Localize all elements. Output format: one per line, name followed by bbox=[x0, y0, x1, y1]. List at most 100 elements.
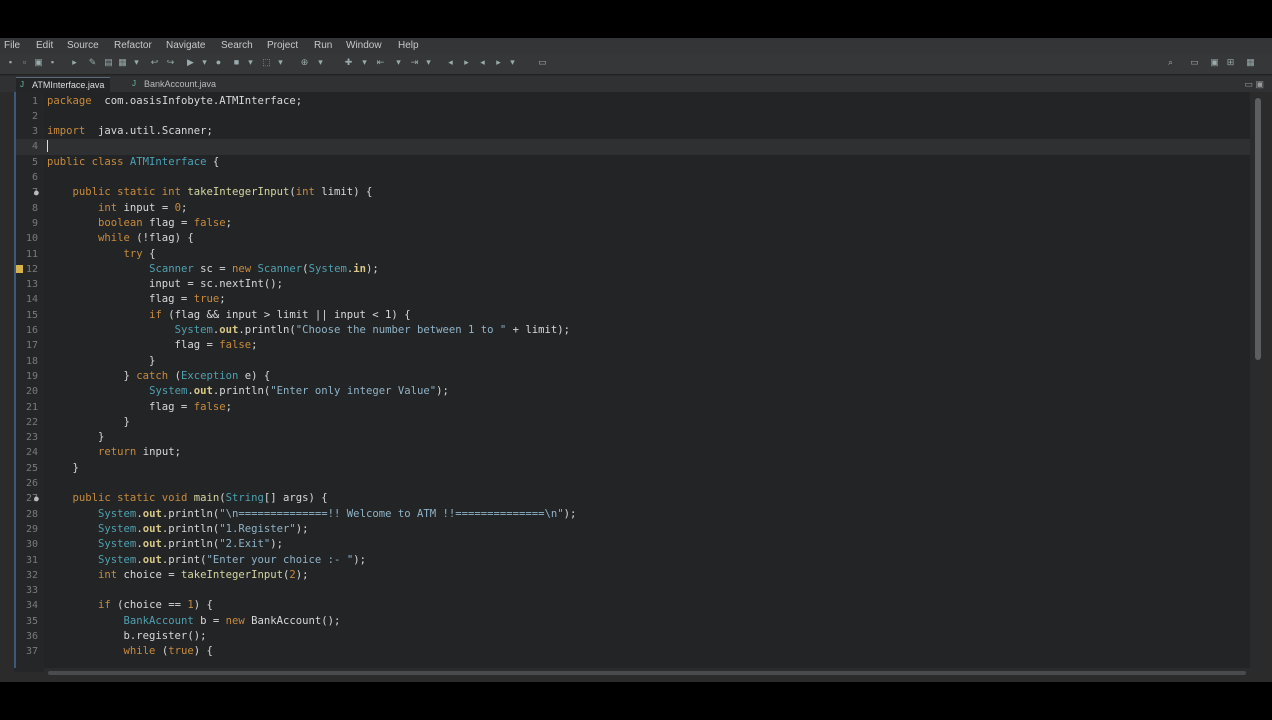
toolbar-button-icon[interactable]: ▾ bbox=[316, 58, 325, 67]
menu-project[interactable]: Project bbox=[267, 40, 298, 51]
code-line[interactable]: 11 try { bbox=[0, 247, 1250, 262]
menu-window[interactable]: Window bbox=[346, 40, 382, 51]
code-line[interactable]: 23 } bbox=[0, 430, 1250, 445]
code-line[interactable]: 3 import java.util.Scanner; bbox=[0, 124, 1250, 139]
code-line[interactable]: 20 System.out.println("Enter only intege… bbox=[0, 384, 1250, 399]
code-token: b = bbox=[193, 614, 226, 627]
toolbar-button-icon[interactable]: ⇤ bbox=[376, 58, 385, 67]
toolbar-button-icon[interactable]: ▾ bbox=[508, 58, 517, 67]
code-line[interactable]: 18 } bbox=[0, 354, 1250, 369]
menu-run[interactable]: Run bbox=[314, 40, 332, 51]
toolbar-button-icon[interactable]: ▾ bbox=[200, 58, 209, 67]
toolbar-button-icon[interactable]: ▭ bbox=[538, 58, 547, 67]
code-line[interactable]: 6 bbox=[0, 170, 1250, 185]
toolbar-button-icon[interactable]: ▣ bbox=[34, 58, 43, 67]
toolbar-button-icon[interactable]: ▸ bbox=[70, 58, 79, 67]
toolbar-button-icon[interactable]: ▪ bbox=[6, 58, 15, 67]
code-line[interactable]: 12 Scanner sc = new Scanner(System.in); bbox=[0, 262, 1250, 277]
code-line[interactable]: 16 System.out.println("Choose the number… bbox=[0, 323, 1250, 338]
code-text: public static int takeIntegerInput(int l… bbox=[47, 185, 373, 200]
tab-controls[interactable]: ▭ ▣ bbox=[1244, 79, 1264, 90]
code-line[interactable]: 33 bbox=[0, 583, 1250, 598]
code-line[interactable]: 29 System.out.println("1.Register"); bbox=[0, 522, 1250, 537]
toolbar-button-icon[interactable]: ✎ bbox=[88, 58, 97, 67]
code-line[interactable]: 8 int input = 0; bbox=[0, 201, 1250, 216]
code-line[interactable]: 26 bbox=[0, 476, 1250, 491]
toolbar-button-icon[interactable]: ▾ bbox=[360, 58, 369, 67]
toolbar-button-icon[interactable]: ⌕ bbox=[1166, 58, 1175, 67]
toolbar-button-icon[interactable]: ◂ bbox=[446, 58, 455, 67]
menu-file[interactable]: File bbox=[4, 40, 20, 51]
code-line[interactable]: 25 } bbox=[0, 461, 1250, 476]
code-line[interactable]: 34 if (choice == 1) { bbox=[0, 598, 1250, 613]
toolbar-button-icon[interactable]: ✚ bbox=[344, 58, 353, 67]
toolbar-button-icon[interactable]: ◂ bbox=[478, 58, 487, 67]
toolbar-button-icon[interactable]: ▪ bbox=[48, 58, 57, 67]
code-line[interactable]: 24 return input; bbox=[0, 445, 1250, 460]
menu-refactor[interactable]: Refactor bbox=[114, 40, 152, 51]
code-line[interactable]: 22 } bbox=[0, 415, 1250, 430]
code-line[interactable]: 35 BankAccount b = new BankAccount(); bbox=[0, 614, 1250, 629]
code-line[interactable]: 31 System.out.print("Enter your choice :… bbox=[0, 553, 1250, 568]
toolbar-button-icon[interactable]: ▦ bbox=[118, 58, 127, 67]
code-line[interactable]: 4 bbox=[0, 139, 1250, 155]
toolbar-button-icon[interactable]: ▫ bbox=[20, 58, 29, 67]
code-line[interactable]: 19 } catch (Exception e) { bbox=[0, 369, 1250, 384]
code-line[interactable]: 1 package com.oasisInfobyte.ATMInterface; bbox=[0, 94, 1250, 109]
menu-navigate[interactable]: Navigate bbox=[166, 40, 205, 51]
code-line[interactable]: 32 int choice = takeIntegerInput(2); bbox=[0, 568, 1250, 583]
code-line[interactable]: 30 System.out.println("2.Exit"); bbox=[0, 537, 1250, 552]
toolbar-button-icon[interactable]: ▶ bbox=[186, 58, 195, 67]
toolbar-button-icon[interactable]: ▦ bbox=[1246, 58, 1255, 67]
override-marker-icon[interactable]: ● bbox=[34, 491, 39, 506]
code-line[interactable]: 17 flag = false; bbox=[0, 338, 1250, 353]
code-token: } bbox=[47, 354, 156, 367]
code-line[interactable]: 27 ● public static void main(String[] arg… bbox=[0, 491, 1250, 506]
toolbar-button-icon[interactable]: ⬚ bbox=[262, 58, 271, 67]
override-marker-icon[interactable]: ● bbox=[34, 185, 39, 200]
toolbar-button-icon[interactable]: ▤ bbox=[104, 58, 113, 67]
toolbar-button-icon[interactable]: ▭ bbox=[1190, 58, 1199, 67]
toolbar-button-icon[interactable]: ↪ bbox=[166, 58, 175, 67]
code-line[interactable]: 9 boolean flag = false; bbox=[0, 216, 1250, 231]
horizontal-scroll-thumb[interactable] bbox=[48, 671, 1246, 675]
toolbar-button-icon[interactable]: ⊕ bbox=[300, 58, 309, 67]
toolbar-button-icon[interactable]: ↩ bbox=[150, 58, 159, 67]
toolbar-button-icon[interactable]: ▸ bbox=[462, 58, 471, 67]
vertical-scroll-thumb[interactable] bbox=[1255, 98, 1261, 360]
editor-tab[interactable]: J BankAccount.java bbox=[128, 77, 222, 91]
code-line[interactable]: 14 flag = true; bbox=[0, 292, 1250, 307]
toolbar-button-icon[interactable]: ▾ bbox=[394, 58, 403, 67]
toolbar-button-icon[interactable]: ■ bbox=[232, 58, 241, 67]
toolbar-button-icon[interactable]: ▣ bbox=[1210, 58, 1219, 67]
vertical-scrollbar[interactable] bbox=[1252, 96, 1264, 672]
toolbar-button-icon[interactable]: ▾ bbox=[424, 58, 433, 67]
toolbar-button-icon[interactable]: ⊞ bbox=[1226, 58, 1235, 67]
code-line[interactable]: 15 if (flag && input > limit || input < … bbox=[0, 308, 1250, 323]
menu-edit[interactable]: Edit bbox=[36, 40, 53, 51]
code-line[interactable]: 2 bbox=[0, 109, 1250, 124]
code-line[interactable]: 5 public class ATMInterface { bbox=[0, 155, 1250, 170]
code-line[interactable]: 7 ● public static int takeIntegerInput(in… bbox=[0, 185, 1250, 200]
toolbar-button-icon[interactable]: ▾ bbox=[276, 58, 285, 67]
horizontal-scrollbar[interactable] bbox=[44, 668, 1250, 678]
code-line[interactable]: 13 input = sc.nextInt(); bbox=[0, 277, 1250, 292]
menu-search[interactable]: Search bbox=[221, 40, 253, 51]
toolbar-button-icon[interactable]: ● bbox=[214, 58, 223, 67]
code-line[interactable]: 28 System.out.println("\n==============!… bbox=[0, 507, 1250, 522]
code-line[interactable]: 10 while (!flag) { bbox=[0, 231, 1250, 246]
editor-tab[interactable]: J ATMInterface.java bbox=[16, 77, 111, 92]
code-line[interactable]: 36 b.register(); bbox=[0, 629, 1250, 644]
code-text: public class ATMInterface { bbox=[47, 155, 219, 170]
toolbar-button-icon[interactable]: ⇥ bbox=[410, 58, 419, 67]
warning-icon[interactable] bbox=[16, 264, 23, 273]
toolbar-button-icon[interactable]: ▸ bbox=[494, 58, 503, 67]
code-editor[interactable]: 1 package com.oasisInfobyte.ATMInterface;… bbox=[0, 92, 1250, 672]
menu-help[interactable]: Help bbox=[398, 40, 419, 51]
code-line[interactable]: 37 while (true) { bbox=[0, 644, 1250, 659]
menu-source[interactable]: Source bbox=[67, 40, 99, 51]
toolbar-button-icon[interactable]: ▾ bbox=[132, 58, 141, 67]
code-line[interactable]: 21 flag = false; bbox=[0, 400, 1250, 415]
toolbar-button-icon[interactable]: ▾ bbox=[246, 58, 255, 67]
